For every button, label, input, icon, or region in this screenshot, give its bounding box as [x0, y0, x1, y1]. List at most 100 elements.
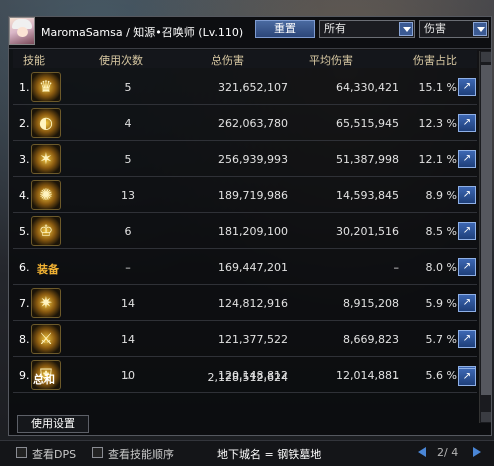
panel-header: MaromaSamsa / 知源•召唤师 (Lv.110) 重置 所有 伤害	[9, 17, 491, 49]
col-pct: 伤害占比	[413, 54, 457, 67]
uses-cell: 6	[124, 225, 132, 238]
uses-cell: 5	[124, 81, 132, 94]
skill-icon-1: ♛	[31, 72, 61, 102]
row-index: 8.	[19, 333, 30, 346]
bottom-bar: 查看DPS 查看技能顺序 地下城名 = 钢铁墓地 2/ 4	[0, 440, 494, 466]
avg-cell: 51,387,998	[336, 153, 399, 166]
pct-cell: 8.0 %	[425, 261, 457, 274]
avg-cell: 8,915,208	[343, 297, 399, 310]
avg-cell: 14,593,845	[336, 189, 399, 202]
avg-cell: 30,201,516	[336, 225, 399, 238]
pct-cell: 5.7 %	[425, 333, 457, 346]
skill-icon-7: ✷	[31, 288, 61, 318]
skill-icon-8: ⚔	[31, 324, 61, 354]
share-icon[interactable]: ↗	[458, 368, 476, 386]
uses-cell: 13	[121, 189, 135, 202]
summary-total: 2,128,512,624	[207, 371, 288, 384]
col-uses: 使用次数	[99, 54, 143, 67]
skill-icon-2: ◐	[31, 108, 61, 138]
total-cell: 189,719,986	[218, 189, 288, 202]
row-index: 4.	[19, 189, 30, 202]
uses-cell: 5	[124, 153, 132, 166]
scrollbar[interactable]	[479, 51, 491, 423]
chevron-down-icon[interactable]	[473, 22, 487, 36]
uses-cell: –	[125, 261, 131, 274]
avg-cell: –	[393, 261, 400, 274]
scroll-down-icon[interactable]	[481, 412, 491, 422]
row-index: 7.	[19, 297, 30, 310]
avg-cell: 64,330,421	[336, 81, 399, 94]
usage-settings-tab[interactable]: 使用设置	[17, 415, 89, 433]
filter-select-value: 所有	[324, 22, 346, 35]
skill-icon-3: ✶	[31, 144, 61, 174]
pct-cell: 5.9 %	[425, 297, 457, 310]
share-icon[interactable]: ↗	[458, 294, 476, 312]
table-row[interactable]: 1. ♛ 5 321,652,107 64,330,421 15.1 % ↗	[13, 69, 477, 105]
table-row[interactable]: 6. 装备 – 169,447,201 – 8.0 % ↗	[13, 249, 477, 285]
damage-stats-panel: MaromaSamsa / 知源•召唤师 (Lv.110) 重置 所有 伤害 技…	[8, 16, 492, 436]
table-row[interactable]: 7. ✷ 14 124,812,916 8,915,208 5.9 % ↗	[13, 285, 477, 321]
col-total: 总伤害	[211, 54, 244, 67]
summary-avg: –	[393, 371, 400, 384]
page-indicator: 2/ 4	[437, 446, 459, 459]
share-icon[interactable]: ↗	[458, 330, 476, 348]
col-avg: 平均伤害	[309, 54, 353, 67]
row-index: 5.	[19, 225, 30, 238]
uses-cell: 4	[124, 117, 132, 130]
table-row[interactable]: 5. ♔ 6 181,209,100 30,201,516 8.5 % ↗	[13, 213, 477, 249]
share-icon[interactable]: ↗	[458, 114, 476, 132]
row-index: 2.	[19, 117, 30, 130]
total-cell: 256,939,993	[218, 153, 288, 166]
skill-order-checkbox[interactable]	[92, 447, 103, 458]
table-row[interactable]: 3. ✶ 5 256,939,993 51,387,998 12.1 % ↗	[13, 141, 477, 177]
share-icon[interactable]: ↗	[458, 78, 476, 96]
prev-page-icon[interactable]	[416, 445, 430, 459]
column-header-row: 技能 使用次数 总伤害 平均伤害 伤害占比	[13, 50, 477, 68]
pct-cell: 8.5 %	[425, 225, 457, 238]
skill-order-checkbox-label: 查看技能顺序	[108, 448, 174, 461]
reset-button[interactable]: 重置	[255, 20, 315, 38]
row-index: 3.	[19, 153, 30, 166]
uses-cell: 14	[121, 333, 135, 346]
scroll-up-icon[interactable]	[481, 52, 491, 62]
uses-cell: 14	[121, 297, 135, 310]
table-row[interactable]: 2. ◐ 4 262,063,780 65,515,945 12.3 % ↗	[13, 105, 477, 141]
table-row[interactable]: 8. ⚔ 14 121,377,522 8,669,823 5.7 % ↗	[13, 321, 477, 357]
avg-cell: 8,669,823	[343, 333, 399, 346]
total-cell: 262,063,780	[218, 117, 288, 130]
share-icon[interactable]: ↗	[458, 186, 476, 204]
row-index: 6.	[19, 261, 30, 274]
chevron-down-icon[interactable]	[399, 22, 413, 36]
share-icon[interactable]: ↗	[458, 222, 476, 240]
total-cell: 124,812,916	[218, 297, 288, 310]
table-row[interactable]: 4. ✺ 13 189,719,986 14,593,845 8.9 % ↗	[13, 177, 477, 213]
summary-row[interactable]: 总和 – 2,128,512,624 – ↗	[13, 363, 477, 391]
dungeon-name: 地下城名 = 钢铁墓地	[217, 448, 322, 461]
metric-select[interactable]: 伤害	[419, 20, 489, 38]
total-cell: 121,377,522	[218, 333, 288, 346]
summary-label: 总和	[33, 373, 55, 386]
col-skill: 技能	[23, 54, 45, 67]
summary-uses: –	[125, 371, 131, 384]
pct-cell: 8.9 %	[425, 189, 457, 202]
pct-cell: 15.1 %	[418, 81, 457, 94]
next-page-icon[interactable]	[470, 445, 484, 459]
equipment-label: 装备	[37, 263, 59, 276]
total-cell: 169,447,201	[218, 261, 288, 274]
pct-cell: 12.3 %	[418, 117, 457, 130]
share-icon[interactable]: ↗	[458, 150, 476, 168]
skill-icon-4: ✺	[31, 180, 61, 210]
row-index: 1.	[19, 81, 30, 94]
avg-cell: 65,515,945	[336, 117, 399, 130]
dps-checkbox-label: 查看DPS	[32, 448, 77, 461]
filter-select[interactable]: 所有	[319, 20, 415, 38]
pct-cell: 12.1 %	[418, 153, 457, 166]
character-title: MaromaSamsa / 知源•召唤师 (Lv.110)	[41, 26, 244, 39]
scroll-thumb[interactable]	[481, 65, 491, 395]
metric-select-value: 伤害	[424, 22, 446, 35]
total-cell: 181,209,100	[218, 225, 288, 238]
dps-checkbox[interactable]	[16, 447, 27, 458]
share-icon[interactable]: ↗	[458, 258, 476, 276]
character-avatar	[9, 17, 35, 45]
total-cell: 321,652,107	[218, 81, 288, 94]
